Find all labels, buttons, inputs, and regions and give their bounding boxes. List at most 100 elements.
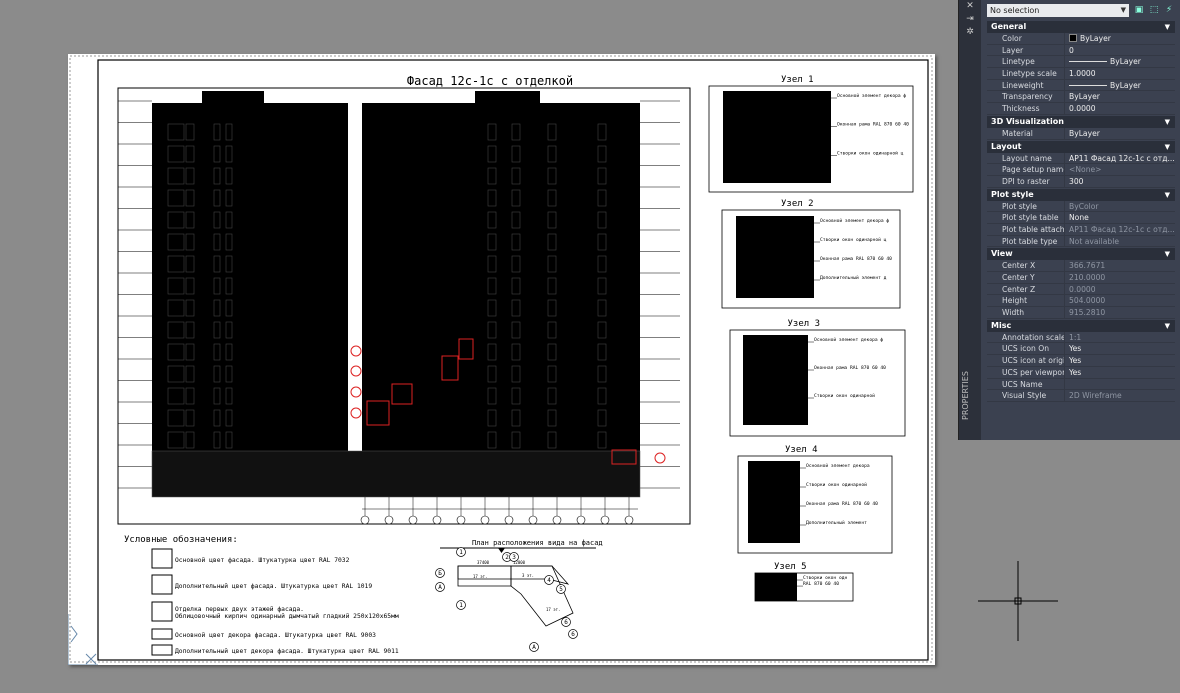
property-name: Plot style table	[987, 212, 1065, 223]
property-value[interactable]: Yes	[1065, 343, 1175, 354]
property-value[interactable]: <None>	[1065, 164, 1175, 175]
property-name: Thickness	[987, 103, 1065, 114]
property-value[interactable]: Yes	[1065, 367, 1175, 378]
property-row[interactable]: DPI to raster 300	[987, 175, 1175, 188]
plan-axis-label: 3	[512, 554, 516, 561]
property-value[interactable]: Yes	[1065, 355, 1175, 366]
node-note: Створки окон одинарной ц	[820, 237, 887, 243]
property-value[interactable]: Not available	[1065, 236, 1175, 247]
property-name: Lineweight	[987, 79, 1065, 91]
property-row[interactable]: Visual Style 2D Wireframe	[987, 390, 1175, 402]
property-row[interactable]: UCS per viewport Yes	[987, 366, 1175, 379]
property-row[interactable]: Page setup name <None>	[987, 164, 1175, 176]
property-row[interactable]: Color ByLayer	[987, 33, 1175, 45]
property-value[interactable]: ByLayer	[1065, 128, 1175, 139]
plan-axis-label: 1	[459, 602, 463, 609]
property-row[interactable]: Material ByLayer	[987, 127, 1175, 140]
collapse-arrow-icon[interactable]: ▼	[1165, 116, 1170, 128]
property-value[interactable]: 0	[1065, 45, 1175, 56]
node-note: RAL 870 60 40	[803, 581, 839, 587]
detail-node-2[interactable]: Узел 2 Основной элемент декора ф Створки о…	[721, 199, 901, 309]
property-value[interactable]	[1065, 379, 1175, 390]
property-value[interactable]: None	[1065, 212, 1175, 223]
category-misc[interactable]: Misc ▼	[987, 319, 1175, 332]
property-value[interactable]: 2D Wireframe	[1065, 390, 1175, 401]
property-row[interactable]: UCS icon at origin Yes	[987, 355, 1175, 367]
property-value[interactable]: 1.0000	[1065, 68, 1175, 79]
collapse-arrow-icon[interactable]: ▼	[1165, 141, 1170, 153]
property-row[interactable]: Plot style table None	[987, 212, 1175, 224]
detail-node-5[interactable]: Узел 5 Створки окон однRAL 870 60 40	[754, 562, 854, 602]
property-name: UCS Name	[987, 378, 1065, 390]
node-note: Основной элемент декора	[806, 463, 870, 469]
property-row[interactable]: Linetype scale 1.0000	[987, 68, 1175, 80]
property-value[interactable]: ByLayer	[1065, 80, 1175, 91]
node-note: Оконная рама RAL 870 60 40	[814, 365, 886, 371]
properties-palette[interactable]: ✕ ⇥ ✲ PROPERTIES No selection ▼ ▣ ⬚ ⚡ Gen…	[958, 0, 1180, 440]
selection-dropdown[interactable]: No selection ▼	[987, 4, 1129, 17]
property-value[interactable]: ByLayer	[1065, 56, 1175, 67]
close-icon[interactable]: ✕	[959, 0, 981, 13]
property-value[interactable]: 0.0000	[1065, 103, 1175, 114]
category-view[interactable]: View ▼	[987, 248, 1175, 261]
detail-node-1[interactable]: Узел 1 Основной элемент декора ф Оконная р…	[708, 75, 914, 193]
detail-node-3[interactable]: Узел 3 Основной элемент декора ф Оконная р…	[729, 319, 906, 437]
collapse-arrow-icon[interactable]: ▼	[1165, 320, 1170, 332]
node-note: Створки окон одинарной	[814, 393, 875, 399]
plan-axis-label: А	[532, 644, 536, 651]
property-value[interactable]: АР11 Фасад 12с-1с с отд...	[1065, 153, 1175, 164]
collapse-arrow-icon[interactable]: ▼	[1165, 189, 1170, 201]
select-objects-icon[interactable]: ⬚	[1148, 4, 1160, 16]
category-3d-visualization[interactable]: 3D Visualization ▼	[987, 115, 1175, 128]
drawing-sheet[interactable]: Фасад 12с-1с с отделкой Условные обознач…	[68, 54, 935, 665]
layout-paper[interactable]: Фасад 12с-1с с отделкой Условные обознач…	[68, 54, 935, 665]
property-value[interactable]: ByLayer	[1065, 91, 1175, 102]
property-row[interactable]: Layer 0	[987, 44, 1175, 57]
category-label: General	[991, 22, 1027, 31]
property-row[interactable]: Height 504.0000	[987, 295, 1175, 308]
property-name: Material	[987, 127, 1065, 139]
property-row[interactable]: Center Z 0.0000	[987, 283, 1175, 296]
property-row[interactable]: Thickness 0.0000	[987, 103, 1175, 115]
property-row[interactable]: Plot table type Not available	[987, 235, 1175, 248]
property-row[interactable]: Plot table attached toАР11 Фасад 12с-1с …	[987, 223, 1175, 236]
toggle-pickadd-icon[interactable]: ▣	[1133, 4, 1145, 16]
property-value[interactable]: 300	[1065, 176, 1175, 187]
property-row[interactable]: Center Y 210.0000	[987, 272, 1175, 284]
property-value[interactable]: 366.7671	[1065, 260, 1175, 271]
property-row[interactable]: UCS Name	[987, 378, 1175, 391]
detail-node-4[interactable]: Узел 4 Основной элемент декора Створки око…	[737, 445, 893, 554]
palette-title-strip[interactable]: ✕ ⇥ ✲ PROPERTIES	[959, 0, 981, 440]
property-row[interactable]: Plot style ByColor	[987, 200, 1175, 213]
property-row[interactable]: Lineweight ByLayer	[987, 79, 1175, 92]
legend-item: Основной цвет декора фасада. Штукатурка …	[175, 631, 376, 639]
category-plot-style[interactable]: Plot style ▼	[987, 188, 1175, 201]
collapse-arrow-icon[interactable]: ▼	[1165, 21, 1170, 33]
property-row[interactable]: Annotation scale 1:1	[987, 331, 1175, 344]
category-general[interactable]: General ▼	[987, 21, 1175, 33]
property-value[interactable]: 210.0000	[1065, 272, 1175, 283]
collapse-arrow-icon[interactable]: ▼	[1165, 248, 1170, 260]
property-value[interactable]: 0.0000	[1065, 284, 1175, 295]
property-value[interactable]: 1:1	[1065, 332, 1175, 343]
property-value[interactable]: ByColor	[1065, 201, 1175, 212]
property-row[interactable]: Linetype ByLayer	[987, 56, 1175, 69]
node-note: Створки окон одн	[803, 575, 847, 581]
plan-axis-label: 6	[571, 631, 575, 638]
property-value[interactable]: 504.0000	[1065, 295, 1175, 306]
property-row[interactable]: Layout name АР11 Фасад 12с-1с с отд...	[987, 152, 1175, 165]
property-row[interactable]: Center X 366.7671	[987, 260, 1175, 272]
autohide-icon[interactable]: ⇥	[959, 13, 981, 26]
node-note: Оконная рама RAL 870 60 40	[837, 122, 909, 128]
property-value[interactable]: 915.2810	[1065, 307, 1175, 318]
node-note: Створки окон одинарной	[806, 482, 867, 488]
property-value[interactable]: АР11 Фасад 12с-1с с отд...	[1065, 224, 1175, 235]
property-row[interactable]: Transparency ByLayer	[987, 91, 1175, 104]
quick-select-icon[interactable]: ⚡	[1163, 4, 1175, 16]
gear-icon[interactable]: ✲	[959, 26, 981, 39]
plan-axis-label: 1	[459, 549, 463, 556]
category-layout[interactable]: Layout ▼	[987, 140, 1175, 153]
property-value[interactable]: ByLayer	[1065, 33, 1175, 44]
property-row[interactable]: Width 915.2810	[987, 307, 1175, 319]
property-row[interactable]: UCS icon On Yes	[987, 343, 1175, 356]
